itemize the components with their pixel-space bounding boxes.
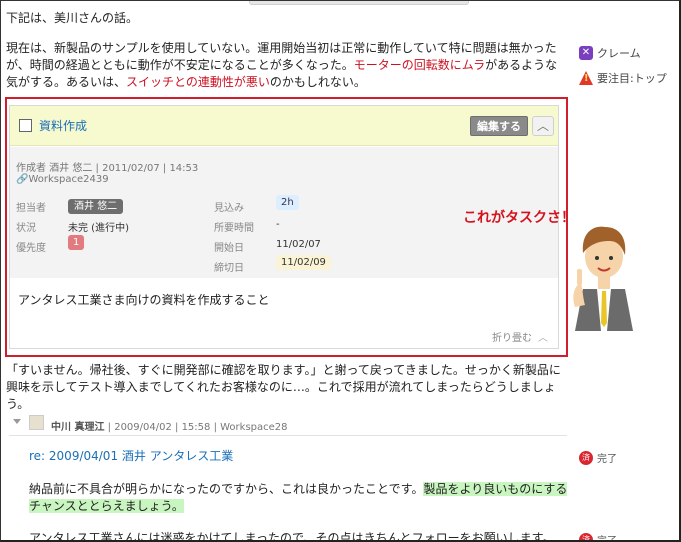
comment-meta: 中川 真理江 | 2009/04/02 | 15:58 | Workspace2… (51, 418, 288, 433)
task-workspace-text: Workspace2439 (28, 174, 109, 185)
task-title[interactable]: 資料作成 (39, 117, 87, 134)
task-workspace[interactable]: 🔗Workspace2439 (16, 174, 109, 185)
businessman-character-illustration (573, 226, 633, 331)
status-label: 状況 (16, 223, 36, 234)
assignee-value: 酒井 悠二 (68, 197, 124, 214)
due-value: 11/02/09 (276, 255, 331, 270)
required-value: - (276, 219, 280, 230)
para1-highlight-2: スイッチとの連動性が悪い (126, 75, 270, 89)
assignee-label: 担当者 (16, 203, 46, 214)
flag-icon (579, 71, 593, 85)
comment-header: 中川 真理江 | 2009/04/02 | 15:58 | Workspace2… (9, 410, 567, 436)
estimate-badge: 2h (276, 195, 299, 210)
start-label: 開始日 (214, 243, 244, 254)
claim-icon: ✕ (579, 46, 593, 60)
top-scroll-sliver (249, 1, 469, 5)
reply-link[interactable]: re: 2009/04/01 酒井 アンタレス工業 (29, 447, 233, 464)
due-label: 締切日 (214, 263, 244, 274)
done-mark-1[interactable]: 済完了 (579, 450, 617, 465)
priority-label: 優先度 (16, 243, 46, 254)
comment-body-2: アンタレス工業さんには迷惑をかけてしまったので、その点はきちんとフォローをお願い… (29, 531, 555, 542)
attention-top-action[interactable]: 要注目:トップ (579, 68, 679, 88)
story-paragraph-2: 「すいません。帰社後、すぐに開発部に確認を取ります。」と謝って戻ってきました。せ… (6, 363, 561, 411)
intro-text: 下記は、美川さんの話。 (6, 11, 139, 25)
priority-badge: 1 (68, 235, 85, 250)
done-mark-2[interactable]: 済完了 (579, 532, 617, 542)
fold-link[interactable]: 折り畳む ︿ (492, 329, 548, 344)
page-frame: 下記は、美川さんの話。 現在は、新製品のサンプルを使用していない。運用開始当初は… (0, 0, 681, 542)
done-label-2: 完了 (597, 536, 617, 542)
para1-text-3: のかもしれない。 (269, 75, 366, 89)
estimate-value: 2h (276, 195, 299, 210)
start-value: 11/02/07 (276, 239, 321, 250)
task-checkbox[interactable] (19, 119, 32, 132)
comment-meta-rest: | 2009/04/02 | 15:58 | Workspace28 (104, 422, 288, 433)
fold-label: 折り畳む (492, 333, 532, 344)
link-icon: 🔗 (16, 174, 29, 185)
callout-text: これがタスクさ！ (463, 210, 575, 226)
comment-body-1: 納品前に不具合が明らかになったのですから、これは良かったことです。製品をより良い… (29, 481, 569, 515)
story-paragraph-1: 現在は、新製品のサンプルを使用していない。運用開始当初は正常に動作していて特に問… (6, 40, 566, 91)
estimate-label: 見込み (214, 203, 244, 214)
status-value: 未完 (進行中) (68, 223, 129, 234)
avatar (29, 415, 44, 430)
chevron-up-icon: ︿ (538, 333, 548, 344)
comment-author: 中川 真理江 (51, 422, 105, 433)
task-card: 資料作成 編集する ︿ 作成者 酒井 悠二 | 2011/02/07 | 14:… (9, 105, 559, 349)
done-icon: 済 (579, 532, 593, 540)
task-created-by: 作成者 酒井 悠二 | 2011/02/07 | 14:53 (16, 163, 199, 174)
priority-value: 1 (68, 235, 85, 250)
assignee-badge: 酒井 悠二 (68, 199, 124, 214)
collapse-button[interactable]: ︿ (532, 116, 554, 136)
required-label: 所要時間 (214, 223, 254, 234)
attention-top-label: 要注目:トップ (597, 72, 667, 85)
task-header: 資料作成 編集する ︿ (10, 106, 558, 146)
comment-block: 中川 真理江 | 2009/04/02 | 15:58 | Workspace2… (9, 410, 679, 542)
expand-toggle-icon[interactable] (13, 419, 21, 424)
chevron-up-icon: ︿ (536, 119, 549, 133)
claim-action[interactable]: ✕ クレーム (579, 43, 679, 63)
comment-body-1-text: 納品前に不具合が明らかになったのですから、これは良かったことです。 (29, 482, 424, 496)
due-badge: 11/02/09 (276, 255, 331, 270)
done-icon: 済 (579, 450, 593, 465)
side-actions: ✕ クレーム 要注目:トップ (579, 43, 679, 93)
task-description: アンタレス工業さま向けの資料を作成すること (18, 293, 270, 307)
done-label-1: 完了 (597, 454, 617, 465)
edit-button[interactable]: 編集する (470, 116, 528, 136)
claim-label: クレーム (597, 47, 641, 60)
para1-highlight-1: モーターの回転数にムラ (353, 58, 486, 72)
